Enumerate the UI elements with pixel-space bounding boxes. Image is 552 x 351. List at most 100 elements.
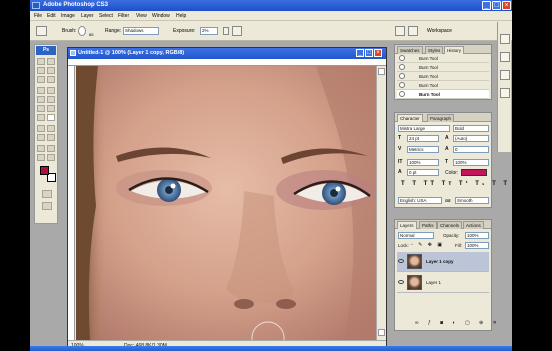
document-minimize-button[interactable]: _ [356, 49, 364, 57]
screen-mode-icon[interactable] [42, 202, 52, 210]
font-family-select[interactable]: Mistra Large [398, 125, 450, 132]
color-label: Color: [445, 170, 459, 176]
foreground-color-swatch[interactable] [40, 166, 49, 175]
healing-brush-tool-icon[interactable] [37, 87, 45, 94]
blend-mode-select[interactable]: Normal [398, 232, 434, 239]
burn-tool-icon[interactable] [47, 114, 55, 121]
brushes-icon[interactable] [500, 52, 510, 62]
eye-icon[interactable] [398, 259, 404, 263]
zoom-tool-icon[interactable] [47, 154, 55, 161]
tab-paragraph[interactable]: Paragraph [427, 114, 455, 122]
layer-row-selected[interactable]: Layer 1 copy [397, 252, 489, 272]
move-tool-icon[interactable] [47, 58, 55, 65]
hand-tool-icon[interactable] [37, 154, 45, 161]
exposure-slider-arrow-icon[interactable] [223, 27, 229, 35]
layer-comps-icon[interactable] [500, 70, 510, 80]
vertical-scrollbar[interactable] [376, 66, 386, 340]
font-size-select[interactable]: 24 pt [407, 135, 439, 142]
baseline-shift-input[interactable]: 0 pt [407, 169, 439, 176]
palette-well-icon[interactable] [408, 26, 418, 36]
menu-filter[interactable]: Filter [118, 13, 129, 19]
magic-wand-tool-icon[interactable] [47, 67, 55, 74]
brush-preview-icon[interactable] [78, 26, 86, 36]
horizontal-scale-input[interactable]: 100% [453, 159, 489, 166]
range-label: Range: [105, 28, 122, 34]
crop-tool-icon[interactable] [37, 76, 45, 83]
tab-character[interactable]: Character [397, 114, 423, 122]
maximize-button[interactable]: □ [492, 1, 501, 10]
path-selection-tool-icon[interactable] [37, 125, 45, 132]
history-brush-tool-icon[interactable] [47, 96, 55, 103]
tab-channels[interactable]: Channels [437, 221, 463, 229]
antialias-select[interactable]: Smooth [455, 197, 489, 204]
slice-tool-icon[interactable] [47, 76, 55, 83]
range-select[interactable]: Shadows [123, 27, 159, 35]
document-icon [70, 50, 76, 56]
type-tool-icon[interactable] [47, 125, 55, 132]
marquee-tool-icon[interactable] [37, 58, 45, 65]
font-style-select[interactable]: Bold [453, 125, 489, 132]
eye-icon[interactable] [398, 280, 404, 284]
history-item[interactable]: Burn Tool [397, 81, 489, 90]
history-item[interactable]: Burn Tool [397, 54, 489, 63]
kerning-select[interactable]: Metrics [407, 146, 439, 153]
history-item-selected[interactable]: Burn Tool [397, 90, 489, 99]
eraser-tool-icon[interactable] [37, 105, 45, 112]
tracking-select[interactable]: 0 [453, 146, 489, 153]
scroll-up-icon[interactable] [378, 68, 385, 75]
menu-edit[interactable]: Edit [47, 13, 56, 19]
exposure-input[interactable]: 2% [200, 27, 218, 35]
menu-image[interactable]: Image [61, 13, 75, 19]
menu-view[interactable]: View [136, 13, 147, 19]
tab-history[interactable]: History [444, 46, 465, 54]
minimize-button[interactable]: _ [482, 1, 491, 10]
close-button[interactable]: × [502, 1, 511, 10]
layer-row[interactable]: Layer 1 [397, 273, 489, 293]
tab-actions[interactable]: Actions [463, 221, 484, 229]
tab-swatches[interactable]: Swatches [397, 46, 423, 54]
leading-icon: A [445, 135, 449, 141]
shape-tool-icon[interactable] [47, 134, 55, 141]
history-item[interactable]: Burn Tool [397, 63, 489, 72]
menu-layer[interactable]: Layer [81, 13, 94, 19]
text-color-swatch[interactable] [461, 169, 487, 176]
tool-presets-icon[interactable] [500, 34, 510, 44]
document-close-button[interactable]: × [374, 49, 382, 57]
horizontal-scale-icon: T [445, 159, 449, 165]
blur-tool-icon[interactable] [37, 114, 45, 121]
tab-paths[interactable]: Paths [419, 221, 437, 229]
fill-input[interactable]: 100% [465, 242, 489, 249]
menu-window[interactable]: Window [152, 13, 170, 19]
airbrush-icon[interactable] [232, 26, 242, 36]
burn-tool-preset-icon[interactable] [36, 26, 47, 36]
lasso-tool-icon[interactable] [37, 67, 45, 74]
menu-select[interactable]: Select [99, 13, 113, 19]
lock-icons[interactable]: ▫ ✎ ✥ ▣ [411, 242, 447, 249]
pen-tool-icon[interactable] [37, 134, 45, 141]
leading-select[interactable]: (Auto) [453, 135, 489, 142]
opacity-input[interactable]: 100% [465, 232, 489, 239]
antialias-label: aa [445, 198, 451, 204]
text-style-buttons[interactable]: T T TT Tт T¹ T₁ T T [401, 181, 507, 189]
gradient-tool-icon[interactable] [47, 105, 55, 112]
tab-styles[interactable]: Styles [425, 46, 444, 54]
navigator-icon[interactable] [500, 88, 510, 98]
tab-layers[interactable]: Layers [397, 221, 417, 229]
clone-stamp-tool-icon[interactable] [37, 96, 45, 103]
brush-tool-icon[interactable] [47, 87, 55, 94]
layer-action-buttons[interactable]: ∞ ƒ ◙ ◐ ▢ ⊕ ✕ [415, 320, 497, 328]
workspace-button[interactable]: Workspace [427, 28, 452, 34]
language-select[interactable]: English: USA [398, 197, 442, 204]
menu-file[interactable]: File [34, 13, 42, 19]
document-maximize-button[interactable]: □ [365, 49, 373, 57]
scroll-down-icon[interactable] [378, 329, 385, 336]
menu-help[interactable]: Help [176, 13, 186, 19]
go-to-bridge-icon[interactable] [395, 26, 405, 36]
vertical-scale-input[interactable]: 100% [407, 159, 439, 166]
history-item[interactable]: Burn Tool [397, 72, 489, 81]
ruler-vertical [68, 66, 75, 340]
notes-tool-icon[interactable] [37, 145, 45, 152]
eyedropper-tool-icon[interactable] [47, 145, 55, 152]
image-canvas[interactable] [76, 66, 376, 340]
quick-mask-icon[interactable] [42, 190, 52, 198]
